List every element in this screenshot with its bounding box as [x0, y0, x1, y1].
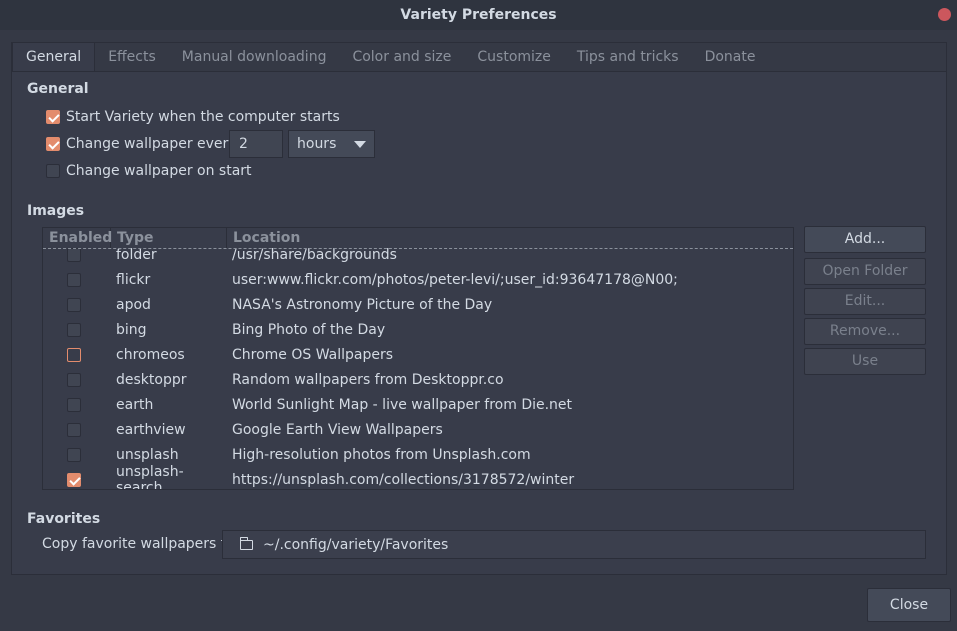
remove-button[interactable]: Remove... — [804, 318, 926, 345]
title-bar: Variety Preferences — [0, 0, 957, 30]
row-location: https://unsplash.com/collections/3178572… — [232, 471, 575, 488]
row-location: NASA's Astronomy Picture of the Day — [232, 296, 493, 313]
row-type: earth — [116, 396, 154, 413]
general-section-title: General — [27, 81, 89, 97]
row-enabled-checkbox[interactable] — [67, 322, 81, 337]
tab-customize[interactable]: Customize — [464, 43, 564, 71]
interval-unit-value: hours — [297, 136, 337, 152]
close-button[interactable]: Close — [867, 588, 951, 622]
row-type: unsplash — [116, 446, 179, 463]
table-row[interactable]: flickr user:www.flickr.com/photos/peter-… — [43, 267, 793, 292]
interval-input[interactable]: 2 — [229, 130, 283, 158]
use-button[interactable]: Use — [804, 348, 926, 375]
header-divider — [43, 248, 793, 249]
folder-icon — [240, 536, 253, 550]
row-enabled-checkbox[interactable] — [67, 272, 81, 287]
change-every-option[interactable]: Change wallpaper every — [46, 134, 237, 154]
tab-color-and-size[interactable]: Color and size — [339, 43, 464, 71]
image-sources-body: folder /usr/share/backgrounds flickr use… — [43, 242, 793, 490]
images-section-title: Images — [27, 203, 85, 219]
tab-donate[interactable]: Donate — [692, 43, 769, 71]
favorites-section-title: Favorites — [27, 511, 101, 527]
row-location: World Sunlight Map - live wallpaper from… — [232, 396, 573, 413]
favorites-path: ~/.config/variety/Favorites — [263, 536, 449, 553]
window-close-icon[interactable] — [938, 8, 951, 21]
row-type: earthview — [116, 421, 186, 438]
column-header-location[interactable]: Location — [227, 228, 300, 248]
row-enabled-checkbox[interactable] — [67, 347, 81, 362]
start-on-boot-label: Start Variety when the computer starts — [66, 109, 340, 125]
favorites-label: Copy favorite wallpapers to — [42, 536, 235, 552]
row-location: Random wallpapers from Desktoppr.co — [232, 371, 504, 388]
change-on-start-checkbox[interactable] — [46, 164, 60, 178]
row-location: High-resolution photos from Unsplash.com — [232, 446, 531, 463]
row-type: unsplash-search — [116, 463, 184, 490]
row-type: flickr — [116, 271, 151, 288]
column-header-enabled[interactable]: Enabled — [43, 228, 112, 248]
tab-bar: General Effects Manual downloading Color… — [12, 43, 946, 72]
table-row[interactable]: desktoppr Random wallpapers from Desktop… — [43, 367, 793, 392]
table-row[interactable]: apod NASA's Astronomy Picture of the Day — [43, 292, 793, 317]
tab-tips-and-tricks[interactable]: Tips and tricks — [564, 43, 692, 71]
row-location: user:www.flickr.com/photos/peter-levi/;u… — [232, 271, 678, 288]
interval-unit-select[interactable]: hours — [288, 130, 375, 158]
table-row[interactable]: earth World Sunlight Map - live wallpape… — [43, 392, 793, 417]
row-type: bing — [116, 321, 147, 338]
row-enabled-checkbox[interactable] — [67, 447, 81, 462]
change-every-label: Change wallpaper every — [66, 136, 237, 152]
chevron-down-icon — [354, 141, 366, 148]
image-sources-table: folder /usr/share/backgrounds flickr use… — [42, 227, 794, 490]
table-row[interactable]: chromeos Chrome OS Wallpapers — [43, 342, 793, 367]
row-location: Google Earth View Wallpapers — [232, 421, 443, 438]
tab-general[interactable]: General — [12, 43, 96, 71]
start-on-boot-checkbox[interactable] — [46, 110, 60, 124]
table-row[interactable]: bing Bing Photo of the Day — [43, 317, 793, 342]
row-enabled-checkbox[interactable] — [67, 297, 81, 312]
table-row[interactable]: earthview Google Earth View Wallpapers — [43, 417, 793, 442]
tab-effects[interactable]: Effects — [95, 43, 169, 71]
row-enabled-checkbox[interactable] — [67, 247, 81, 262]
add-button[interactable]: Add... — [804, 226, 926, 253]
row-location: Bing Photo of the Day — [232, 321, 386, 338]
favorites-folder-chooser[interactable]: ~/.config/variety/Favorites — [222, 530, 926, 559]
row-enabled-checkbox[interactable] — [67, 422, 81, 437]
tab-manual-downloading[interactable]: Manual downloading — [169, 43, 340, 71]
table-row[interactable]: unsplash-search https://unsplash.com/col… — [43, 463, 793, 490]
row-enabled-checkbox[interactable] — [67, 397, 81, 412]
open-folder-button[interactable]: Open Folder — [804, 258, 926, 285]
row-type: desktoppr — [116, 371, 187, 388]
row-enabled-checkbox[interactable] — [67, 372, 81, 387]
change-on-start-option[interactable]: Change wallpaper on start — [46, 161, 252, 181]
row-type: apod — [116, 296, 151, 313]
row-location: Chrome OS Wallpapers — [232, 346, 394, 363]
row-type: chromeos — [116, 346, 185, 363]
edit-button[interactable]: Edit... — [804, 288, 926, 315]
window-title: Variety Preferences — [400, 7, 557, 23]
change-every-checkbox[interactable] — [46, 137, 60, 151]
column-header-type[interactable]: Type — [111, 228, 227, 248]
change-on-start-label: Change wallpaper on start — [66, 163, 252, 179]
start-on-boot-option[interactable]: Start Variety when the computer starts — [46, 107, 340, 127]
table-header: Enabled Type Location — [43, 228, 793, 248]
row-enabled-checkbox[interactable] — [67, 472, 81, 487]
